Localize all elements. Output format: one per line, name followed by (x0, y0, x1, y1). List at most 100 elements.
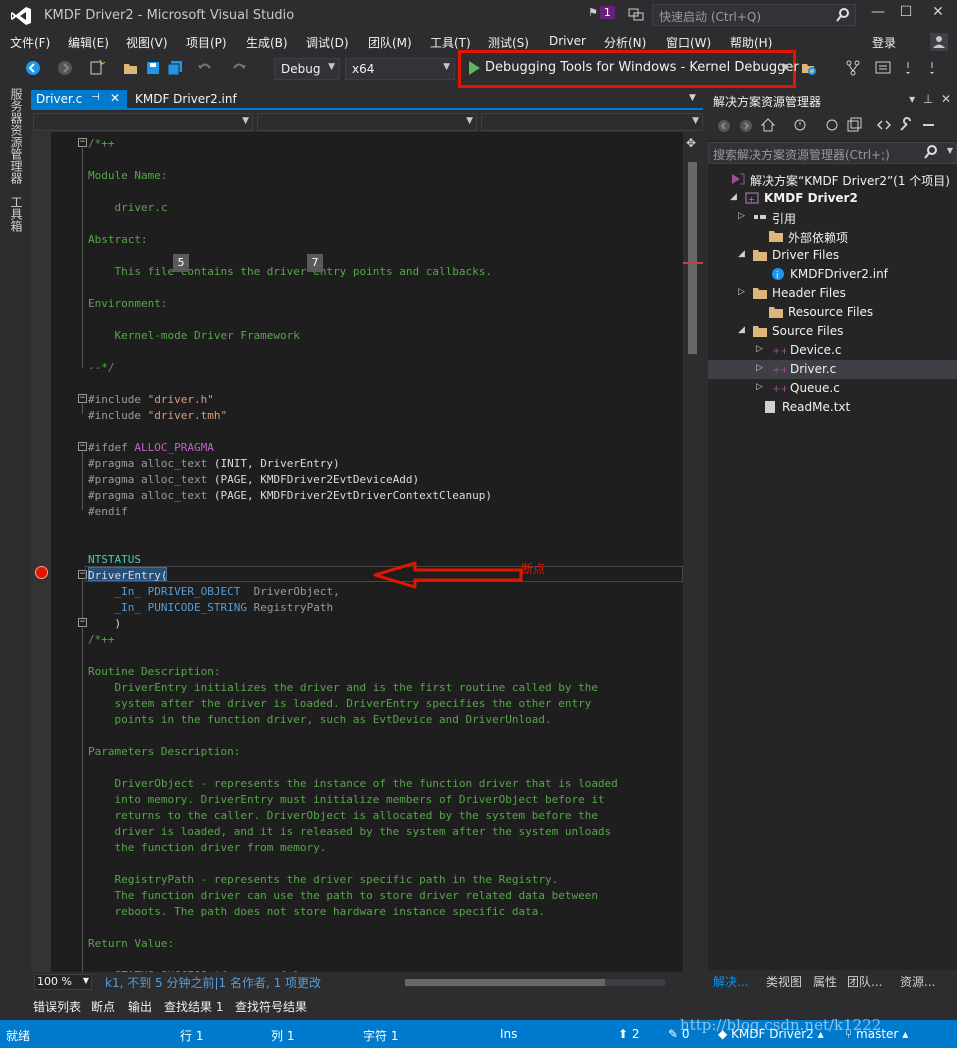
search-icon[interactable] (924, 145, 938, 159)
back-icon[interactable] (716, 118, 732, 134)
expand-arrow-icon[interactable]: ▷ (756, 344, 763, 354)
window-position-icon[interactable]: ▾ (909, 92, 915, 106)
collapse-region-icon[interactable]: − (78, 618, 87, 627)
menu-team[interactable]: 团队(M) (368, 34, 412, 51)
tree-node[interactable]: 解决方案“KMDF Driver2”(1 个项目) (708, 170, 957, 189)
member-scope-select[interactable]: ▼ (481, 113, 703, 131)
collapse-arrow-icon[interactable]: ◢ (730, 192, 737, 202)
expand-arrow-icon[interactable]: ▷ (738, 287, 745, 297)
open-file-icon[interactable] (122, 59, 140, 77)
maximize-button[interactable]: ☐ (893, 4, 919, 26)
notifications-button[interactable]: ⚑ 1 (588, 6, 615, 19)
tab-output[interactable]: 输出 (128, 998, 152, 1015)
solution-configuration-select[interactable]: Debug ▼ (274, 58, 340, 80)
find-in-files-icon[interactable] (800, 59, 818, 77)
code-line[interactable]: RegistryPath - represents the driver spe… (88, 872, 558, 888)
menu-view[interactable]: 视图(V) (126, 34, 168, 51)
editor-vertical-scrollbar[interactable]: ✥ (683, 132, 703, 972)
home-icon[interactable] (760, 117, 776, 133)
code-line[interactable]: #include "driver.h" (88, 392, 214, 408)
sign-in-link[interactable]: 登录 (872, 34, 896, 51)
code-line[interactable]: #endif (88, 504, 128, 520)
code-line[interactable]: driver is loaded, and it is released by … (88, 824, 611, 840)
chevron-down-icon[interactable]: ▼ (947, 146, 953, 155)
expand-arrow-icon[interactable]: ▷ (738, 211, 745, 221)
tree-node[interactable]: ▷ ++ Driver.c (708, 360, 957, 379)
code-line[interactable]: DriverEntry( (88, 568, 167, 584)
code-line[interactable]: Routine Description: (88, 664, 220, 680)
close-icon[interactable]: ✕ (110, 91, 120, 105)
pending-changes-filter-icon[interactable] (792, 117, 808, 133)
code-line[interactable]: into memory. DriverEntry must initialize… (88, 792, 604, 808)
split-window-icon[interactable]: ✥ (686, 136, 696, 150)
code-line[interactable]: Kernel-mode Driver Framework (88, 328, 299, 344)
forward-icon[interactable] (738, 118, 754, 134)
tree-node[interactable]: ▷ ++ Queue.c (708, 379, 957, 398)
quick-launch-input[interactable]: 快速启动 (Ctrl+Q) (652, 4, 856, 26)
source-control-icon[interactable] (844, 59, 862, 77)
tab-kmdf-driver2-inf[interactable]: KMDF Driver2.inf (131, 90, 241, 110)
code-line[interactable]: NTSTATUS (88, 552, 141, 568)
tab-resource-view[interactable]: 资源... (900, 973, 935, 990)
tab-team-explorer[interactable]: 团队... (847, 973, 882, 990)
navigate-back-icon[interactable] (24, 59, 42, 77)
minimize-button[interactable]: — (865, 4, 891, 26)
close-icon[interactable]: ✕ (941, 92, 951, 106)
menu-test[interactable]: 测试(S) (488, 34, 529, 51)
tree-node[interactable]: ◢ Source Files (708, 322, 957, 341)
code-line[interactable]: Parameters Description: (88, 744, 240, 760)
tab-properties[interactable]: 属性 (813, 973, 837, 990)
server-explorer-tab[interactable]: 服务器资源管理器 (8, 88, 25, 184)
feedback-icon[interactable] (628, 6, 644, 22)
scrollbar-thumb[interactable] (688, 162, 697, 354)
code-line[interactable]: #pragma alloc_text (PAGE, KMDFDriver2Evt… (88, 472, 419, 488)
code-line[interactable]: #pragma alloc_text (INIT, DriverEntry) (88, 456, 340, 472)
user-account-icon[interactable] (930, 33, 948, 51)
code-line[interactable]: --*/ (88, 360, 115, 376)
code-line[interactable]: DriverObject - represents the instance o… (88, 776, 617, 792)
menu-build[interactable]: 生成(B) (246, 34, 288, 51)
code-line[interactable]: the function driver from memory. (88, 840, 326, 856)
indicator-margin[interactable] (31, 132, 51, 972)
redo-icon[interactable] (230, 59, 248, 77)
menu-help[interactable]: 帮助(H) (730, 34, 772, 51)
tree-node[interactable]: ◢ Driver Files (708, 246, 957, 265)
tab-class-view[interactable]: 类视图 (766, 973, 802, 990)
code-line[interactable]: #include "driver.tmh" (88, 408, 227, 424)
collapse-region-icon[interactable]: − (78, 138, 87, 147)
preview-selected-items-icon[interactable] (920, 117, 936, 133)
codelens-badge[interactable]: 5 (173, 254, 189, 272)
menu-driver[interactable]: Driver (549, 34, 586, 48)
editor-horizontal-scrollbar[interactable] (405, 979, 665, 986)
codelens-badge[interactable]: 7 (307, 254, 323, 272)
expand-arrow-icon[interactable]: ▷ (756, 382, 763, 392)
toolbox-tab[interactable]: 工具箱 (8, 196, 25, 232)
menu-edit[interactable]: 编辑(E) (68, 34, 109, 51)
menu-file[interactable]: 文件(F) (10, 34, 50, 51)
new-project-icon[interactable] (88, 59, 106, 77)
project-scope-select[interactable]: ▼ (33, 113, 253, 131)
tree-node[interactable]: ReadMe.txt (708, 398, 957, 417)
menu-tools[interactable]: 工具(T) (430, 34, 471, 51)
code-line[interactable]: DriverEntry initializes the driver and i… (88, 680, 597, 696)
search-icon[interactable] (835, 7, 851, 23)
code-line[interactable]: Module Name: (88, 168, 167, 184)
tab-solution-explorer[interactable]: 解决... (713, 973, 748, 990)
expand-arrow-icon[interactable]: ▷ (756, 363, 763, 373)
tab-find-symbol-results[interactable]: 查找符号结果 (235, 998, 307, 1015)
pin-icon[interactable]: ⊥ (923, 92, 933, 106)
code-line[interactable]: This file contains the driver entry poin… (88, 264, 492, 280)
menu-project[interactable]: 项目(P) (186, 34, 227, 51)
collapse-region-icon[interactable]: − (78, 394, 87, 403)
tabs-dropdown-icon[interactable]: ▼ (689, 93, 696, 103)
tree-node[interactable]: Resource Files (708, 303, 957, 322)
code-line[interactable]: _In_ PUNICODE_STRING RegistryPath (88, 600, 334, 616)
sync-icon[interactable] (824, 117, 840, 133)
solution-explorer-search-input[interactable]: 搜索解决方案资源管理器(Ctrl+;) ▼ (708, 142, 957, 164)
tree-node[interactable]: i KMDFDriver2.inf (708, 265, 957, 284)
comment-icon[interactable] (874, 59, 892, 77)
code-line[interactable]: /*++ (88, 136, 115, 152)
code-line[interactable]: Abstract: (88, 232, 148, 248)
scrollbar-thumb[interactable] (405, 979, 605, 986)
type-scope-select[interactable]: ▼ (257, 113, 477, 131)
